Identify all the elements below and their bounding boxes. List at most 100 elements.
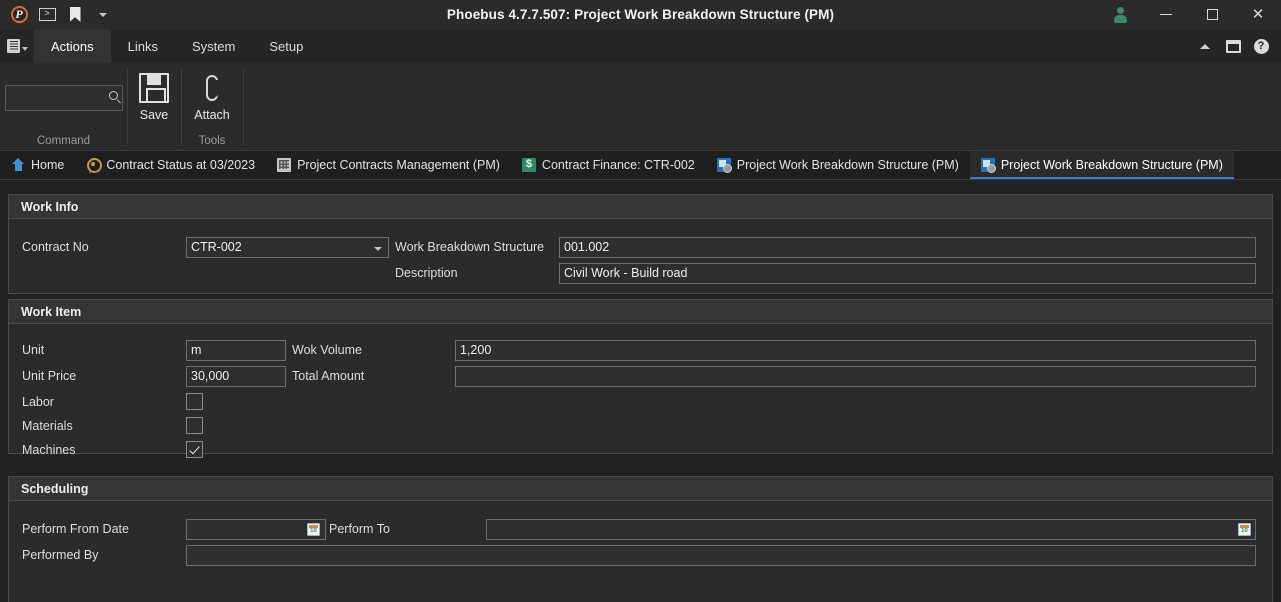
labor-label: Labor: [22, 395, 54, 409]
target-icon: [86, 158, 103, 173]
menu-item-system[interactable]: System: [175, 29, 252, 63]
work-info-panel-body: Contract No CTR-002 Work Breakdown Struc…: [9, 219, 1272, 293]
menu-bar: Actions Links System Setup ?: [0, 29, 1281, 63]
quick-access-dropdown-button[interactable]: [89, 3, 117, 27]
perform-to-label: Perform To: [329, 522, 390, 536]
menu-bar-right-tools: ?: [1191, 29, 1281, 63]
performed-by-input[interactable]: [186, 545, 1256, 566]
save-icon: [139, 73, 169, 103]
menu-item-setup[interactable]: Setup: [252, 29, 320, 63]
maximize-icon: [1206, 9, 1218, 20]
work-item-panel-title: Work Item: [9, 300, 1272, 324]
help-icon: ?: [1253, 38, 1269, 54]
panel-layout-button[interactable]: [1219, 29, 1247, 63]
unit-input[interactable]: m: [186, 340, 286, 361]
work-info-panel: Work Info Contract No CTR-002 Work Break…: [8, 194, 1273, 294]
bookmark-icon: [69, 7, 81, 22]
labor-checkbox[interactable]: [186, 393, 203, 410]
ribbon-separator: [243, 69, 244, 145]
paperclip-icon: [197, 73, 227, 103]
home-icon: [11, 158, 25, 172]
command-search-input[interactable]: [5, 85, 123, 111]
ribbon-group-caption-command: Command: [36, 135, 91, 147]
user-account-button[interactable]: [1097, 0, 1143, 29]
materials-label: Materials: [22, 419, 73, 433]
machines-checkbox[interactable]: [186, 441, 203, 458]
minimize-button[interactable]: [1143, 0, 1189, 29]
contract-no-select[interactable]: CTR-002: [186, 237, 389, 258]
unit-label: Unit: [22, 343, 45, 357]
wbs-label: Work Breakdown Structure: [395, 240, 545, 254]
search-icon: [109, 91, 118, 100]
tab-label: Project Work Breakdown Structure (PM): [1000, 158, 1223, 172]
ribbon-group-caption-tools: Tools: [198, 135, 226, 147]
tab-home[interactable]: Home: [0, 151, 75, 179]
app-logo: P: [5, 3, 33, 27]
tab-label: Project Contracts Management (PM): [297, 158, 500, 172]
unit-price-label: Unit Price: [22, 369, 77, 383]
wok-volume-input[interactable]: 1,200: [455, 340, 1256, 361]
bookmark-button[interactable]: [61, 3, 89, 27]
tab-contract-status[interactable]: Contract Status at 03/2023: [75, 151, 266, 179]
tab-project-wbs-1[interactable]: Project Work Breakdown Structure (PM): [706, 151, 970, 179]
form-icon: [716, 158, 732, 173]
tab-project-contracts-management[interactable]: Project Contracts Management (PM): [266, 151, 511, 179]
total-amount-label: Total Amount: [292, 369, 365, 383]
ribbon-group-save: Save: [128, 63, 180, 151]
total-amount-input[interactable]: [455, 366, 1256, 387]
ribbon-group-command: Command: [0, 63, 127, 151]
perform-from-date-input[interactable]: [186, 519, 326, 540]
form-icon: [980, 158, 996, 173]
window-title: Phoebus 4.7.7.507: Project Work Breakdow…: [446, 7, 835, 22]
building-icon: [277, 158, 292, 172]
user-icon: [1113, 7, 1127, 23]
attach-button-label: Attach: [194, 108, 230, 122]
document-tab-strip: Home Contract Status at 03/2023 Project …: [0, 151, 1281, 180]
chevron-down-icon: [21, 46, 28, 51]
form-content-area: Work Info Contract No CTR-002 Work Break…: [0, 180, 1281, 602]
menu-icon: [6, 39, 20, 53]
console-icon: >: [38, 8, 56, 21]
work-item-panel: Work Item Unit m Wok Volume 1,200 Unit P…: [8, 299, 1273, 458]
perform-to-input[interactable]: [486, 519, 1256, 540]
tab-label: Project Work Breakdown Structure (PM): [736, 158, 959, 172]
scheduling-panel-body: Perform From Date Perform To Performed B…: [9, 501, 1272, 601]
collapse-ribbon-button[interactable]: [1191, 29, 1219, 63]
app-logo-letter: P: [15, 6, 23, 21]
calendar-icon[interactable]: [1238, 523, 1251, 536]
menu-item-links[interactable]: Links: [111, 29, 175, 63]
calendar-icon[interactable]: [307, 523, 320, 536]
perform-from-date-label: Perform From Date: [22, 522, 129, 536]
tab-contract-finance[interactable]: Contract Finance: CTR-002: [511, 151, 706, 179]
close-button[interactable]: ✕: [1235, 0, 1281, 29]
attach-button[interactable]: Attach: [183, 73, 241, 122]
money-icon: [521, 157, 536, 172]
save-button-label: Save: [139, 108, 169, 122]
tab-label: Contract Finance: CTR-002: [541, 158, 695, 172]
chevron-up-icon: [1200, 43, 1210, 49]
window-controls: ✕: [1097, 0, 1281, 29]
menu-item-actions[interactable]: Actions: [34, 29, 111, 63]
help-button[interactable]: ?: [1247, 29, 1275, 63]
panel-icon: [1225, 39, 1241, 53]
unit-price-input[interactable]: 30,000: [186, 366, 286, 387]
tab-label: Home: [31, 158, 65, 172]
work-info-panel-title: Work Info: [9, 195, 1272, 219]
wbs-input[interactable]: 001.002: [559, 237, 1256, 258]
description-input[interactable]: Civil Work - Build road: [559, 263, 1256, 284]
console-button[interactable]: >: [33, 3, 61, 27]
tab-label: Contract Status at 03/2023: [106, 158, 256, 172]
scheduling-panel-title: Scheduling: [9, 477, 1272, 501]
title-bar-quick-access: P >: [0, 3, 117, 27]
materials-checkbox[interactable]: [186, 417, 203, 434]
ribbon-group-tools: Attach Tools: [182, 63, 242, 151]
maximize-button[interactable]: [1189, 0, 1235, 29]
chevron-down-icon: [99, 12, 107, 17]
save-button[interactable]: Save: [125, 73, 183, 122]
tab-project-wbs-2[interactable]: Project Work Breakdown Structure (PM): [969, 151, 1234, 179]
application-menu-button[interactable]: [0, 29, 34, 63]
title-bar: P > Phoebus 4.7.7.507: Project Work Brea…: [0, 0, 1281, 29]
work-item-panel-body: Unit m Wok Volume 1,200 Unit Price 30,00…: [9, 324, 1272, 458]
description-label: Description: [395, 266, 458, 280]
performed-by-label: Performed By: [22, 548, 99, 562]
